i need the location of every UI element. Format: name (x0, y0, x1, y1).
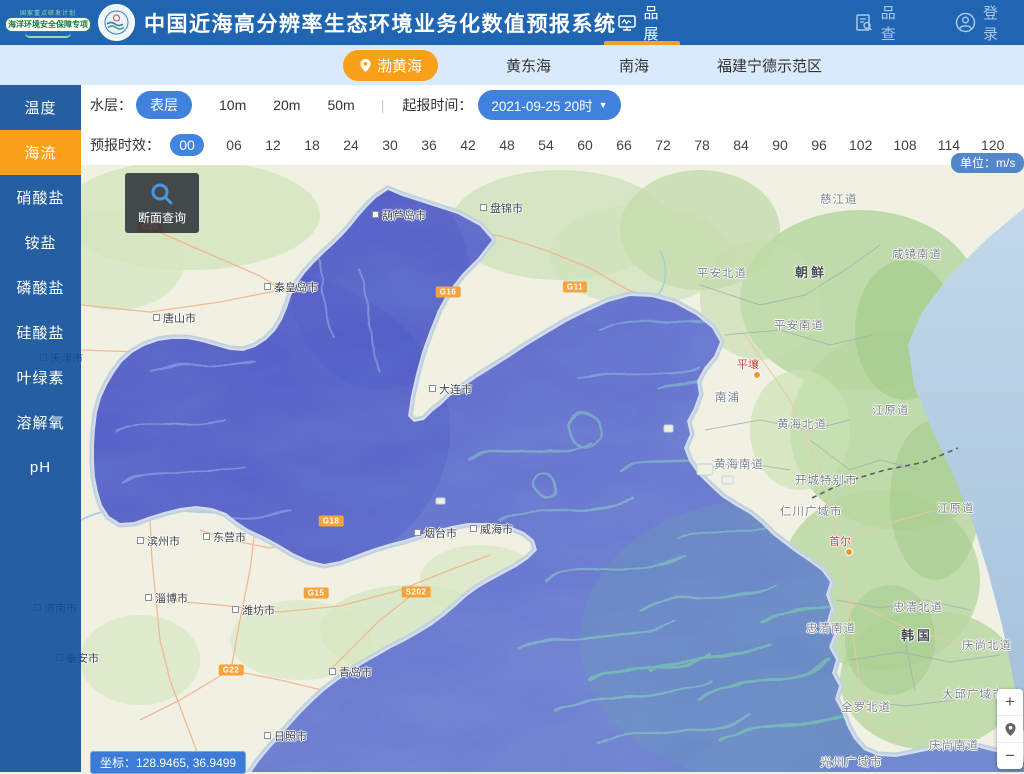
layer-option[interactable]: 表层 (136, 91, 192, 119)
monitor-chart-icon (617, 13, 637, 33)
doc-search-icon (854, 13, 874, 33)
start-time-label: 起报时间： (402, 95, 472, 115)
region-tab-label: 福建宁德示范区 (717, 55, 822, 76)
location-pin-icon (359, 58, 372, 73)
sidebar-item[interactable]: 磷酸盐 (0, 265, 81, 310)
layer-label: 水层： (90, 95, 132, 115)
app-title: 中国近海高分辨率生态环境业务化数值预报系统 (144, 8, 617, 38)
forecast-hour-option[interactable]: 102 (849, 137, 872, 153)
sidebar-item[interactable]: 温度 (0, 85, 81, 130)
region-tab-label: 南海 (619, 55, 649, 76)
sidebar-item[interactable]: 硝酸盐 (0, 175, 81, 220)
nav-label: 登录 (983, 2, 998, 44)
app-header: 国家重点研发计划 海洋环境安全保障专项 中国近海高分辨率生态环境业务化数值预报系… (0, 0, 1024, 45)
map-canvas[interactable] (81, 165, 1024, 772)
sidebar-item[interactable]: 硅酸盐 (0, 310, 81, 355)
zoom-out-button[interactable]: − (997, 743, 1023, 769)
sidebar-item[interactable]: 铵盐 (0, 220, 81, 265)
sidebar-item-label: pH (30, 459, 51, 476)
logo-top-text: 国家重点研发计划 (20, 8, 76, 17)
sidebar-item[interactable]: 溶解氧 (0, 400, 81, 445)
region-tab-label: 渤黄海 (377, 55, 422, 76)
forecast-hour-option[interactable]: 120 (981, 137, 1004, 153)
chevron-down-icon: ▼ (599, 100, 608, 110)
forecast-hour-option[interactable]: 48 (498, 137, 516, 153)
sidebar-item-label: 硅酸盐 (16, 322, 64, 343)
layer-option[interactable]: 50m (327, 97, 354, 113)
sidebar-item-label: 温度 (24, 97, 56, 118)
layer-option[interactable]: 20m (273, 97, 300, 113)
institute-logo-icon (98, 4, 135, 41)
forecast-hour-option[interactable]: 30 (381, 137, 399, 153)
forecast-label: 预报时效： (90, 135, 160, 155)
app-window: 葫芦岛市 盘锦市 秦皇岛市 唐山市 大连市 天津市 滨州市 东营市 淄博市 潍坊… (0, 0, 1024, 772)
zoom-in-button[interactable]: + (997, 689, 1023, 716)
start-time-dropdown[interactable]: 2021-09-25 20时 ▼ (478, 90, 620, 120)
forecast-hour-option[interactable]: 54 (537, 137, 555, 153)
region-tab-bar: 渤黄海 黄东海 南海 (0, 45, 1024, 85)
parameter-sidebar: 温度 海流 硝酸盐 铵盐 磷酸盐 硅酸盐 叶绿素 溶解氧 pH (0, 85, 81, 772)
sidebar-item-label: 铵盐 (24, 232, 56, 253)
start-time-value: 2021-09-25 20时 (491, 95, 592, 115)
forecast-hour-option[interactable]: 114 (938, 137, 960, 153)
sidebar-item-label: 硝酸盐 (16, 187, 64, 208)
header-nav: 产品展示 产品查询 登录 (617, 0, 1024, 45)
sidebar-item[interactable]: pH (0, 445, 81, 490)
unit-badge: 单位：m/s (951, 153, 1024, 173)
region-tab[interactable]: 福建宁德示范区 (717, 55, 822, 76)
forecast-hour-option[interactable]: 108 (893, 137, 916, 153)
forecast-hour-option[interactable]: 06 (225, 137, 243, 153)
region-tab[interactable]: 渤黄海 (343, 50, 438, 81)
forecast-hours-row: 预报时效： 00 06 12 18 24 30 36 42 48 54 (81, 125, 1024, 165)
sidebar-item-label: 叶绿素 (16, 367, 64, 388)
location-pin-icon (1004, 722, 1017, 737)
logo-arc-decoration (25, 33, 71, 38)
forecast-hour-option[interactable]: 78 (693, 137, 711, 153)
region-tab[interactable]: 黄东海 (506, 55, 551, 76)
sidebar-item-label: 海流 (24, 142, 56, 163)
forecast-hour-option[interactable]: 42 (459, 137, 477, 153)
forecast-hour-option[interactable]: 36 (420, 137, 438, 153)
nav-login[interactable]: 登录 (955, 0, 998, 45)
user-icon (955, 12, 976, 33)
sidebar-item[interactable]: 海流 (0, 130, 81, 175)
sidebar-item-label: 溶解氧 (16, 412, 64, 433)
sidebar-item-label: 磷酸盐 (16, 277, 64, 298)
map-graphics (81, 165, 1024, 772)
forecast-hour-option[interactable]: 96 (810, 137, 828, 153)
map-zoom-control: + − (997, 689, 1023, 769)
forecast-hour-option[interactable]: 18 (303, 137, 321, 153)
nav-product-display[interactable]: 产品展示 (617, 0, 668, 45)
logo-main-text: 海洋环境安全保障专项 (5, 17, 91, 32)
layer-options: 表层 10m 20m 50m (136, 91, 355, 119)
sidebar-items: 温度 海流 硝酸盐 铵盐 磷酸盐 硅酸盐 叶绿素 溶解氧 pH (0, 85, 81, 490)
forecast-hour-option[interactable]: 90 (771, 137, 789, 153)
forecast-hour-option[interactable]: 24 (342, 137, 360, 153)
divider: | (381, 97, 385, 113)
section-query-button[interactable]: 断面查询 (125, 173, 199, 233)
layer-option[interactable]: 10m (219, 97, 246, 113)
nav-product-query[interactable]: 产品查询 (854, 0, 905, 45)
forecast-hour-option[interactable]: 84 (732, 137, 750, 153)
magnifier-icon (149, 181, 175, 207)
coordinates-readout: 坐标：128.9465, 36.9499 (90, 751, 246, 774)
forecast-hour-option[interactable]: 00 (170, 134, 204, 156)
locate-button[interactable] (997, 716, 1023, 743)
section-query-label: 断面查询 (138, 209, 186, 226)
forecast-hour-options: 00 06 12 18 24 30 36 42 48 54 60 66 (170, 134, 1004, 156)
project-logo: 国家重点研发计划 海洋环境安全保障专项 (5, 8, 91, 38)
layer-time-row: 水层： 表层 10m 20m 50m | 起报时间： 2021-09-25 20… (81, 85, 1024, 125)
forecast-hour-option[interactable]: 66 (615, 137, 633, 153)
region-tab-label: 黄东海 (506, 55, 551, 76)
forecast-hour-option[interactable]: 60 (576, 137, 594, 153)
forecast-hour-option[interactable]: 72 (654, 137, 672, 153)
forecast-hour-option[interactable]: 12 (264, 137, 282, 153)
sidebar-item[interactable]: 叶绿素 (0, 355, 81, 400)
region-tab[interactable]: 南海 (619, 55, 649, 76)
